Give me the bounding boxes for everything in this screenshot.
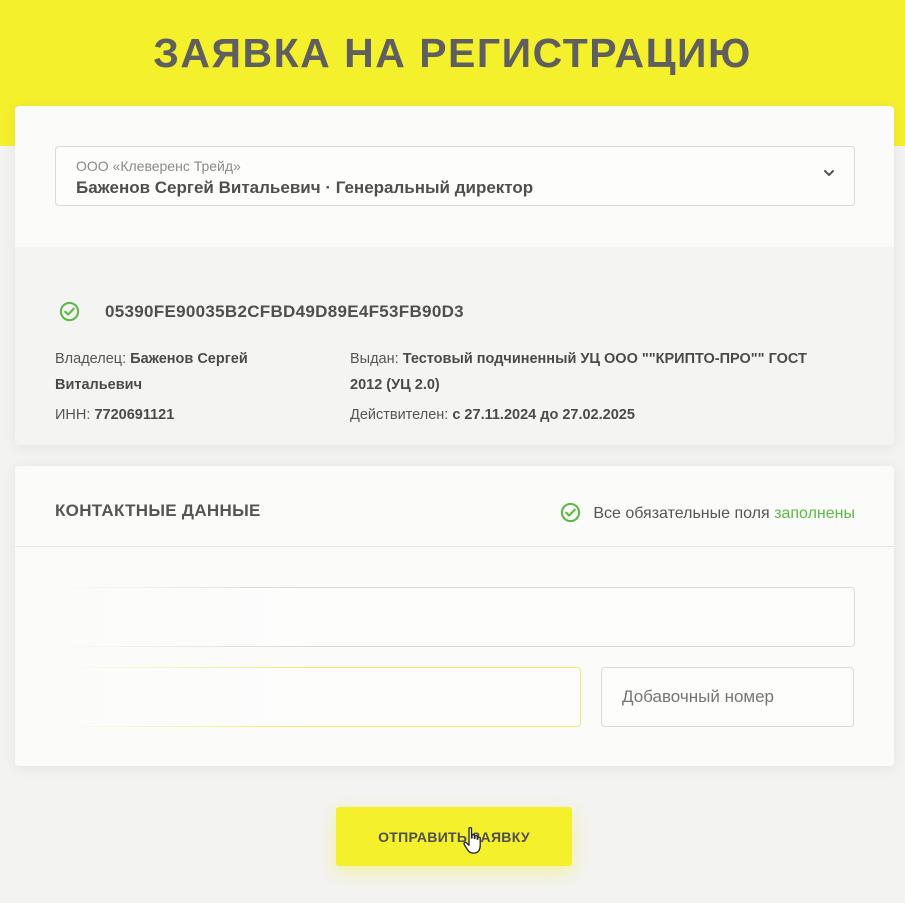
select-org-label: ООО «Клеверенс Трейд»: [76, 158, 241, 174]
certificate-id: 05390FE90035B2CFBD49D89E4F53FB90D3: [105, 302, 464, 321]
page-title: ЗАЯВКА НА РЕГИСТРАЦИЮ: [153, 30, 752, 76]
validity-info: Действителен: с 27.11.2024 до 27.02.2025: [350, 402, 635, 428]
email-field[interactable]: [55, 587, 855, 647]
issuer-value-line2: 2012 (УЦ 2.0): [350, 377, 440, 393]
chevron-down-icon[interactable]: [822, 166, 836, 180]
status-ok-text: заполнены: [774, 505, 855, 522]
inn-value: 7720691121: [94, 407, 175, 423]
phone-field[interactable]: [55, 667, 581, 727]
certificate-info: 05390FE90035B2CFBD49D89E4F53FB90D3 Владе…: [15, 247, 894, 445]
issuer-label: Выдан:: [350, 351, 399, 367]
signer-select[interactable]: ООО «Клеверенс Трейд» Баженов Сергей Вит…: [55, 146, 855, 206]
validity-label: Действителен:: [350, 407, 449, 423]
submit-button[interactable]: ОТПРАВИТЬ ЗАЯВКУ: [336, 807, 572, 866]
status-text: Все обязательные поля: [593, 505, 770, 522]
hand-cursor-icon: [463, 826, 481, 854]
issuer-info: Выдан: Тестовый подчиненный УЦ ООО ""КРИ…: [350, 346, 870, 398]
validity-value: с 27.11.2024 до 27.02.2025: [452, 407, 635, 423]
owner-label: Владелец:: [55, 351, 127, 367]
issuer-value-line1: Тестовый подчиненный УЦ ООО ""КРИПТО-ПРО…: [402, 351, 807, 367]
extension-field[interactable]: [601, 667, 854, 727]
inn-label: ИНН:: [55, 407, 91, 423]
section-title: КОНТАКТНЫЕ ДАННЫЕ: [55, 501, 261, 520]
inn-info: ИНН: 7720691121: [55, 402, 174, 428]
contacts-card: КОНТАКТНЫЕ ДАННЫЕ Все обязательные поля …: [15, 466, 894, 766]
owner-value-line1: Баженов Сергей: [130, 351, 248, 367]
required-fields-status: Все обязательные поля заполнены: [560, 502, 855, 523]
owner-value-line2: Витальевич: [55, 377, 142, 393]
divider: [15, 546, 894, 547]
certificate-card: ООО «Клеверенс Трейд» Баженов Сергей Вит…: [15, 106, 894, 445]
check-circle-icon: [59, 301, 80, 322]
select-person-label: Баженов Сергей Витальевич · Генеральный …: [76, 178, 534, 197]
owner-info: Владелец: Баженов Сергей Витальевич: [55, 346, 315, 398]
check-circle-icon: [561, 502, 581, 523]
